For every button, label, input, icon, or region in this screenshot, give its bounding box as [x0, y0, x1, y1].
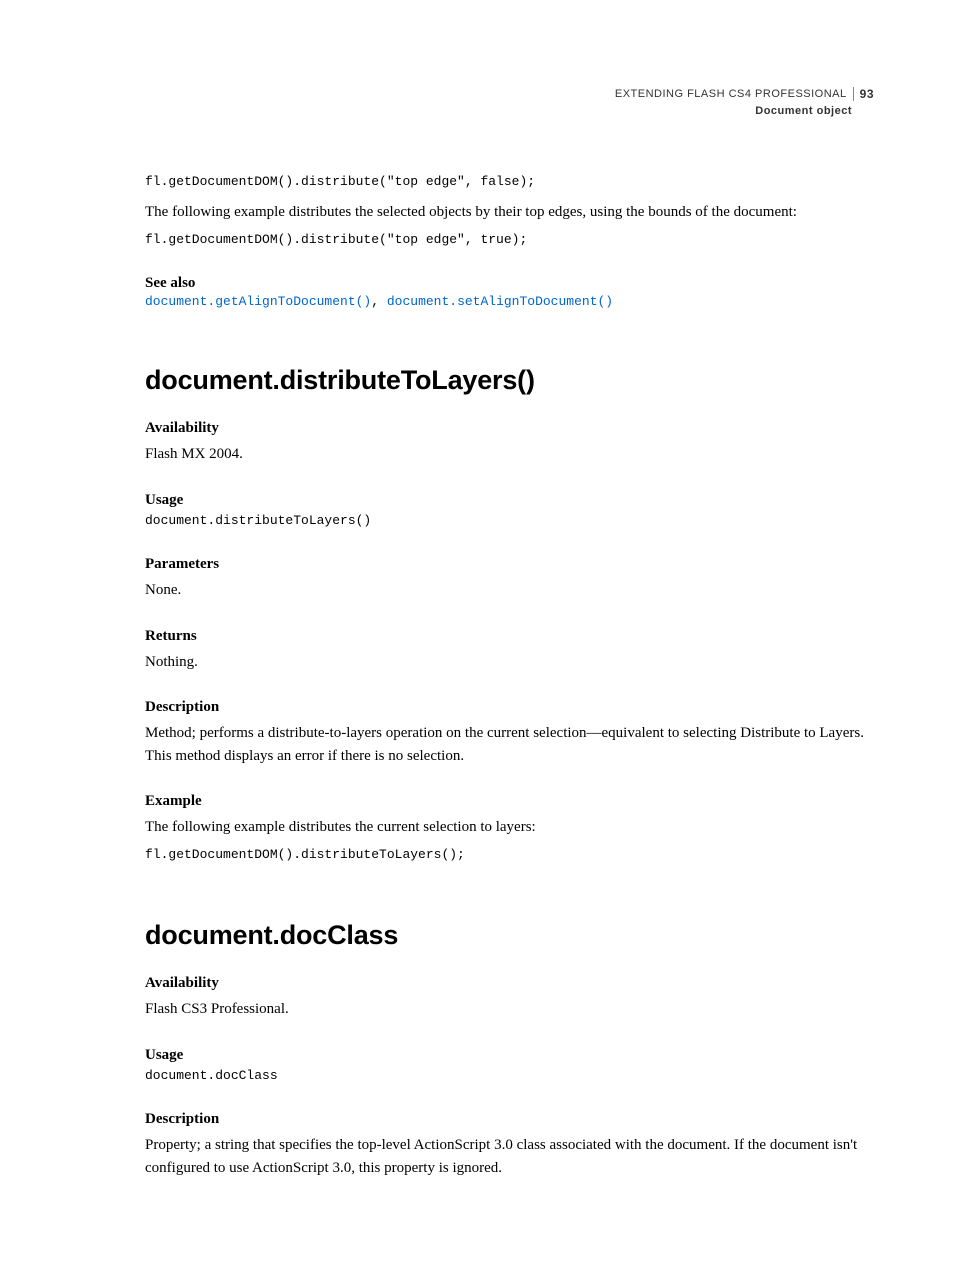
- usage-heading: Usage: [145, 492, 874, 509]
- code-block: fl.getDocumentDOM().distribute("top edge…: [145, 230, 874, 250]
- example-code: fl.getDocumentDOM().distributeToLayers()…: [145, 845, 874, 865]
- header-top-row: EXTENDING FLASH CS4 PROFESSIONAL 93: [145, 85, 874, 103]
- availability-heading: Availability: [145, 420, 874, 437]
- returns-heading: Returns: [145, 628, 874, 645]
- link-separator: ,: [371, 294, 387, 309]
- usage-heading: Usage: [145, 1047, 874, 1064]
- document-page: EXTENDING FLASH CS4 PROFESSIONAL 93 Docu…: [0, 0, 954, 1285]
- parameters-heading: Parameters: [145, 556, 874, 573]
- see-also-links: document.getAlignToDocument(), document.…: [145, 294, 874, 309]
- page-header: EXTENDING FLASH CS4 PROFESSIONAL 93 Docu…: [145, 85, 874, 120]
- header-subtitle: Document object: [145, 103, 874, 120]
- description-text: Method; performs a distribute-to-layers …: [145, 722, 874, 767]
- link-get-align[interactable]: document.getAlignToDocument(): [145, 294, 371, 309]
- code-block: fl.getDocumentDOM().distribute("top edge…: [145, 172, 874, 192]
- availability-heading: Availability: [145, 975, 874, 992]
- returns-text: Nothing.: [145, 651, 874, 674]
- header-divider: [853, 87, 854, 101]
- availability-text: Flash CS3 Professional.: [145, 998, 874, 1021]
- parameters-text: None.: [145, 579, 874, 602]
- page-number: 93: [860, 85, 874, 103]
- description-text: Property; a string that specifies the to…: [145, 1134, 874, 1179]
- api-heading-distribute-to-layers: document.distributeToLayers(): [145, 365, 874, 396]
- usage-code: document.distributeToLayers(): [145, 511, 874, 531]
- body-paragraph: The following example distributes the se…: [145, 201, 874, 224]
- availability-text: Flash MX 2004.: [145, 443, 874, 466]
- usage-code: document.docClass: [145, 1066, 874, 1086]
- example-text: The following example distributes the cu…: [145, 816, 874, 839]
- header-title: EXTENDING FLASH CS4 PROFESSIONAL: [615, 86, 847, 103]
- example-heading: Example: [145, 793, 874, 810]
- link-set-align[interactable]: document.setAlignToDocument(): [387, 294, 613, 309]
- description-heading: Description: [145, 1111, 874, 1128]
- see-also-heading: See also: [145, 275, 874, 292]
- description-heading: Description: [145, 699, 874, 716]
- api-heading-doc-class: document.docClass: [145, 920, 874, 951]
